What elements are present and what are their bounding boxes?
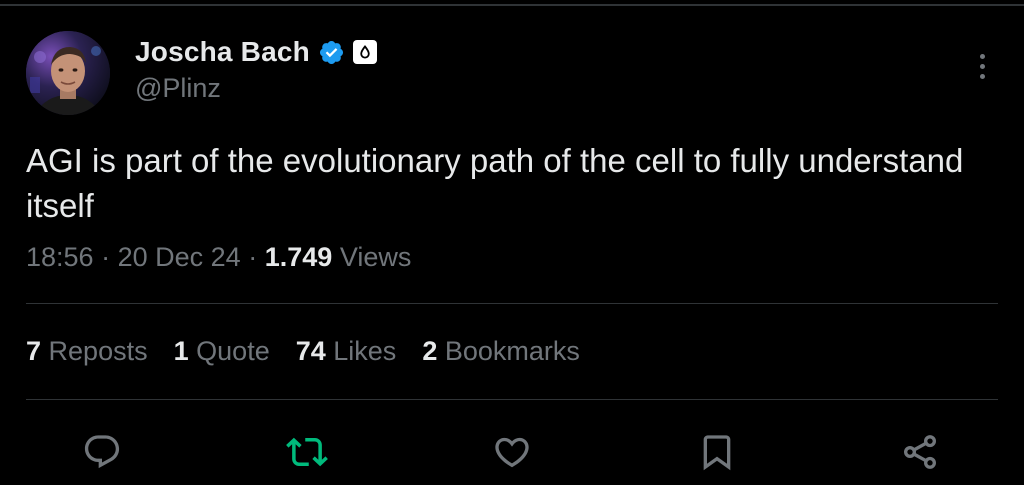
tweet-time[interactable]: 18:56 [26,242,94,272]
more-dot [979,53,985,59]
avatar-image [26,31,110,115]
repost-icon [286,437,328,467]
reply-button[interactable] [80,430,124,474]
divider [26,399,998,400]
reply-icon [84,435,120,469]
bookmarks-stat[interactable]: 2 Bookmarks [422,336,580,367]
engagement-stats: 7 Reposts 1 Quote 74 Likes 2 Bookmarks [26,336,606,367]
likes-count: 74 [295,336,326,366]
verified-badge-icon[interactable] [318,39,345,66]
bookmark-button[interactable] [695,430,739,474]
reposts-count: 7 [26,336,42,366]
reposts-stat[interactable]: 7 Reposts [26,336,148,367]
top-divider [0,4,1024,6]
reposts-label: Reposts [48,336,148,366]
drop-icon [360,45,370,59]
more-dot [979,63,985,69]
views-count: 1.749 [264,242,333,272]
author-handle[interactable]: @Plinz [135,73,221,104]
tweet-date[interactable]: 20 Dec 24 [118,242,241,272]
more-dot [979,73,985,79]
like-button[interactable] [490,430,534,474]
share-icon [904,435,936,469]
share-button[interactable] [898,430,942,474]
quotes-count: 1 [173,336,189,366]
tweet-meta: 18:56 · 20 Dec 24 · 1.749 Views [26,242,411,273]
divider [26,303,998,304]
likes-stat[interactable]: 74 Likes [296,336,397,367]
tweet-text: AGI is part of the evolutionary path of … [26,142,964,224]
bookmarks-label: Bookmarks [444,336,580,366]
meta-separator: · [248,242,258,272]
quotes-label: Quote [196,336,270,366]
author-name-row: Joscha Bach [135,33,377,71]
affiliation-badge-icon[interactable] [352,40,377,64]
bookmarks-count: 2 [422,336,438,366]
bookmark-icon [703,435,731,471]
meta-separator: · [101,242,111,272]
views-label: Views [339,242,412,272]
like-icon [495,437,529,468]
more-options-icon[interactable] [968,50,996,82]
author-display-name[interactable]: Joscha Bach [135,36,310,68]
quotes-stat[interactable]: 1 Quote [174,336,270,367]
repost-button[interactable] [285,430,329,474]
avatar[interactable] [26,31,110,115]
likes-label: Likes [333,336,397,366]
